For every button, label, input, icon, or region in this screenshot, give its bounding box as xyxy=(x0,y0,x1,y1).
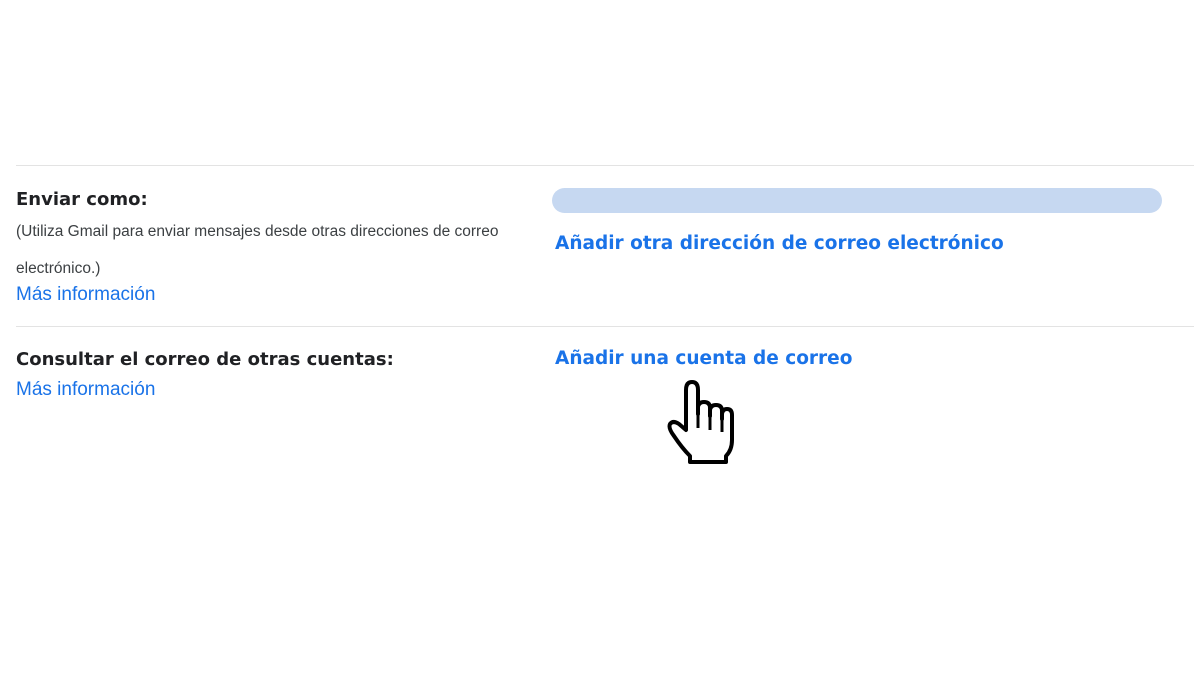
section-divider-top xyxy=(16,165,1194,166)
add-another-email-address-link[interactable]: Añadir otra dirección de correo electrón… xyxy=(555,233,1004,254)
send-as-learn-more-link[interactable]: Más información xyxy=(16,284,155,306)
check-mail-learn-more-link[interactable]: Más información xyxy=(16,379,155,401)
check-mail-label: Consultar el correo de otras cuentas: xyxy=(16,349,394,370)
section-divider-middle xyxy=(16,326,1194,327)
add-mail-account-link[interactable]: Añadir una cuenta de correo xyxy=(555,348,852,369)
send-as-description: (Utiliza Gmail para enviar mensajes desd… xyxy=(16,223,499,277)
redacted-email-address xyxy=(552,188,1162,213)
send-as-label: Enviar como: xyxy=(16,189,148,210)
hand-pointer-icon xyxy=(667,380,734,464)
